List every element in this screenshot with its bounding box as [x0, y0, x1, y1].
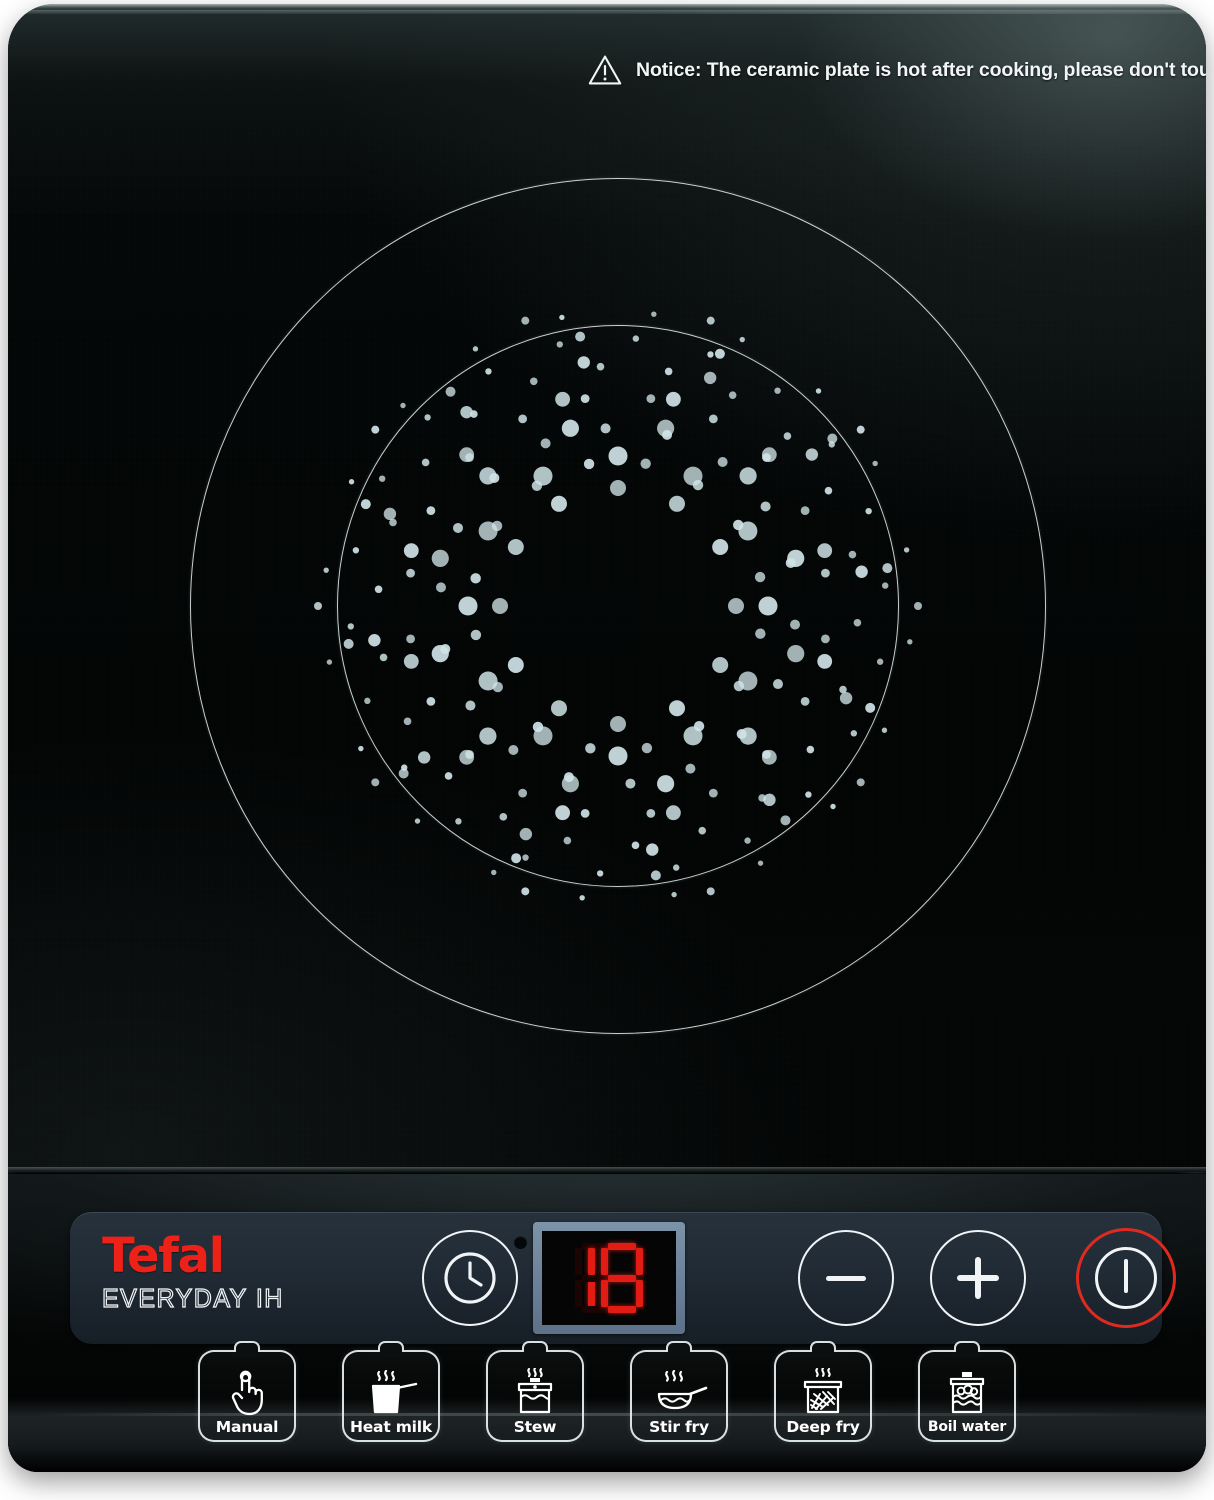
- button-tab: [665, 1341, 693, 1357]
- function-label: Stir fry: [649, 1418, 709, 1436]
- timer-button[interactable]: [422, 1230, 518, 1326]
- notice-text: Notice: The ceramic plate is hot after c…: [636, 58, 1206, 81]
- power-icon: [1095, 1247, 1157, 1309]
- function-button-boil-water[interactable]: Boil water: [918, 1341, 1016, 1442]
- power-button[interactable]: [1076, 1228, 1176, 1328]
- deep-fry-basket-icon: [797, 1368, 849, 1416]
- button-tab: [233, 1341, 261, 1357]
- function-label: Boil water: [927, 1419, 1007, 1435]
- glass-panel-divider: [8, 1167, 1206, 1174]
- clock-icon: [444, 1252, 496, 1304]
- brand-model-line: EVERYDAY IH: [101, 1283, 284, 1314]
- brand-logo-tefal: Tefal: [102, 1228, 225, 1284]
- timer-indicator-led: [514, 1236, 527, 1249]
- display-digit-2: [601, 1243, 643, 1313]
- function-button-stir-fry[interactable]: Stir fry: [630, 1341, 728, 1442]
- milk-pot-steam-icon: [363, 1368, 419, 1416]
- warning-triangle-icon: [588, 55, 622, 85]
- radial-dot-pattern: [314, 311, 922, 901]
- button-tab: [953, 1341, 981, 1357]
- display-screen: [542, 1231, 676, 1325]
- function-button-manual[interactable]: Manual: [198, 1341, 296, 1442]
- function-label: Heat milk: [349, 1418, 433, 1436]
- function-button-stew[interactable]: Stew: [486, 1341, 584, 1442]
- decrease-button[interactable]: [798, 1230, 894, 1326]
- plus-icon: [957, 1257, 999, 1299]
- button-tab: [377, 1341, 405, 1357]
- function-button-deep-fry[interactable]: Deep fry: [774, 1341, 872, 1442]
- function-label: Stew: [513, 1418, 557, 1436]
- button-tab: [809, 1341, 837, 1357]
- function-label: Manual: [215, 1418, 279, 1436]
- lidded-pot-icon: [510, 1368, 560, 1416]
- minus-icon: [826, 1275, 866, 1281]
- function-button-heat-milk[interactable]: Heat milk: [342, 1341, 440, 1442]
- brand-block: Tefal EVERYDAY IH: [101, 1228, 352, 1314]
- display-digit-1: [575, 1243, 610, 1313]
- frying-pan-icon: [650, 1368, 708, 1416]
- increase-button[interactable]: [930, 1230, 1026, 1326]
- boiling-pot-icon: [942, 1368, 992, 1416]
- function-button-row: Manual Heat milk Stew Stir fry Deep fry …: [8, 1341, 1206, 1460]
- pointing-hand-icon: [226, 1368, 268, 1416]
- product-photo-stage: Notice: The ceramic plate is hot after c…: [0, 0, 1214, 1500]
- hot-surface-notice: Notice: The ceramic plate is hot after c…: [588, 54, 1206, 86]
- button-tab: [521, 1341, 549, 1357]
- cooking-zone: [168, 156, 1068, 1056]
- induction-cooktop-device: Notice: The ceramic plate is hot after c…: [8, 4, 1206, 1472]
- led-display: [533, 1222, 685, 1334]
- function-label: Deep fry: [786, 1418, 860, 1436]
